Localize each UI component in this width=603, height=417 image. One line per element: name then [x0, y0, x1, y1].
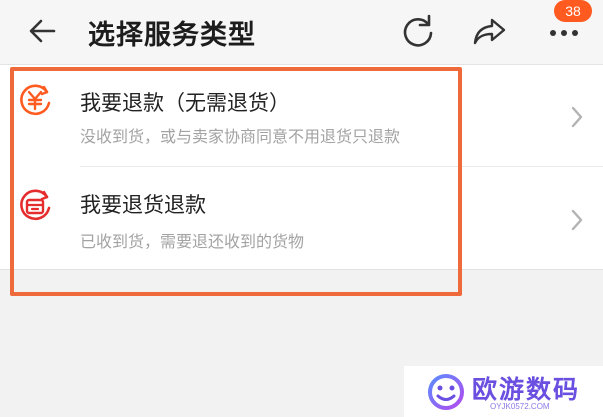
share-icon[interactable] — [470, 11, 510, 51]
watermark-title: 欧游数码 — [472, 375, 581, 404]
refresh-icon[interactable] — [398, 11, 438, 51]
option-subtitle: 已收到货，需要退还收到的货物 — [80, 232, 305, 251]
return-and-refund-option[interactable]: 我要退货退款 已收到货，需要退还收到的货物 — [0, 65, 603, 251]
list-bottom-divider — [0, 269, 603, 270]
header-bar: 选择服务类型 38 — [0, 0, 603, 64]
arrow-left-icon[interactable] — [26, 14, 60, 48]
service-type-list: 我要退款（无需退货） 没收到货，或与卖家协商同意不用退货只退款 我要退货退款 已… — [0, 65, 603, 269]
smiley-logo-icon — [428, 374, 464, 410]
chevron-right-icon — [571, 209, 583, 231]
watermark: 欧游数码 OYJK0572.COM — [404, 366, 603, 417]
option-title: 我要退货退款 — [80, 193, 206, 217]
notification-badge: 38 — [554, 0, 592, 22]
watermark-url: OYJK0572.COM — [490, 402, 550, 411]
page-title: 选择服务类型 — [88, 20, 256, 51]
return-goods-icon — [20, 189, 51, 221]
